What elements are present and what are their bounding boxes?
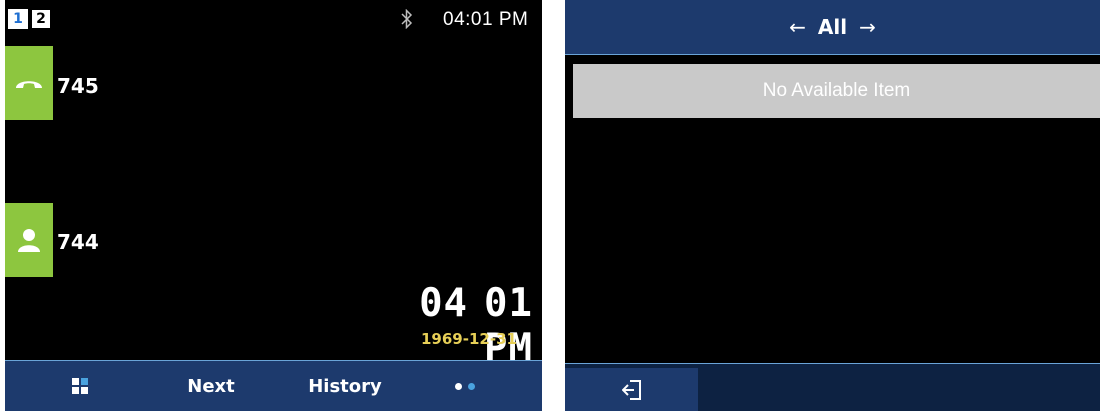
idle-clock: 04 01 PM [355,281,533,371]
more-dots-icon [455,382,475,390]
exit-softkey[interactable] [565,368,698,411]
list-screen: ← All → No Available Item [565,0,1100,411]
next-softkey[interactable]: Next [171,361,251,411]
contact-person-icon [18,229,40,252]
line-key-label: 744 [57,230,99,254]
status-time: 04:01 PM [443,9,529,30]
bluetooth-icon [401,9,413,29]
page-2-tab[interactable]: 2 [31,9,51,29]
clock-hour: 04 [419,281,469,326]
history-softkey[interactable]: History [295,361,395,411]
line-key-label: 745 [57,74,99,98]
softkey-bar: Next History [5,360,542,411]
more-softkey[interactable] [435,361,495,411]
idle-date: 1969-12-31 [421,330,517,348]
menu-softkey[interactable] [45,361,115,411]
list-header: ← All → [565,0,1100,55]
page-indicator: 1 2 [8,9,51,29]
next-category-arrow[interactable]: → [859,15,876,39]
idle-screen: 1 2 04:01 PM 745 744 0401 PM 1969-12-31 [5,0,542,411]
line-key-744[interactable] [5,203,53,277]
line-key-745[interactable] [5,46,53,120]
exit-icon [621,380,641,400]
softkey-bar [565,363,1100,411]
empty-list-message: No Available Item [573,64,1100,118]
menu-grid-icon [72,378,88,394]
phone-handset-icon [16,81,42,88]
prev-category-arrow[interactable]: ← [789,15,806,39]
page-1-tab[interactable]: 1 [8,9,28,29]
clock-minute: 01 [484,281,533,326]
category-title: All [817,15,848,39]
